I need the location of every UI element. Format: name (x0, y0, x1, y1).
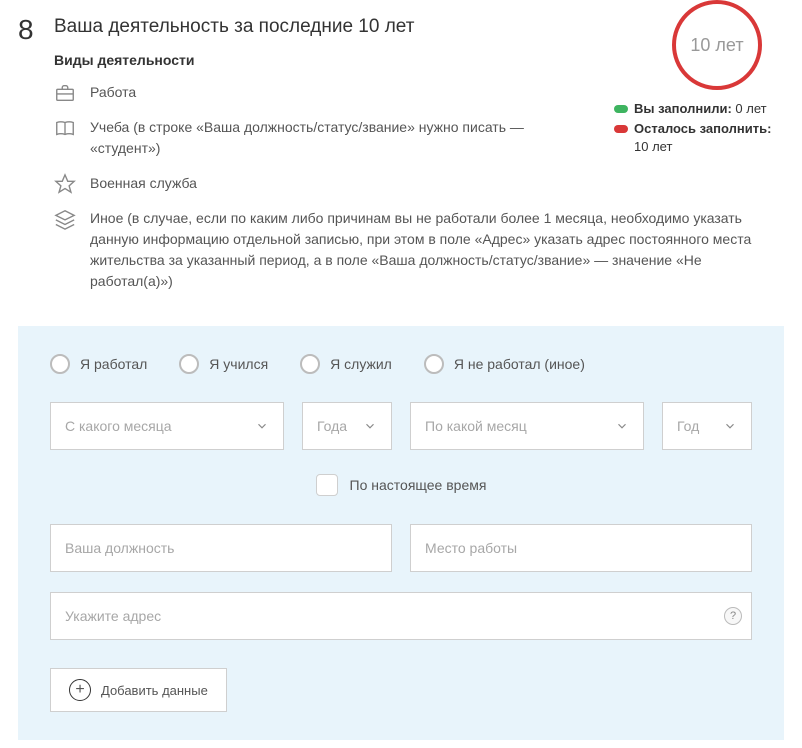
from-month-label: С какого месяца (65, 418, 172, 434)
step-number: 8 (18, 16, 38, 44)
radio-notworked-label: Я не работал (иное) (454, 356, 585, 372)
form-panel: Я работал Я учился Я служил Я не работал… (18, 326, 784, 740)
to-month-label: По какой месяц (425, 418, 527, 434)
workplace-input[interactable] (410, 524, 752, 572)
book-icon (54, 117, 76, 137)
activity-military: Военная служба (90, 173, 397, 194)
briefcase-icon (54, 82, 76, 102)
activity-work: Работа (90, 82, 336, 103)
from-year-label: Года (317, 418, 347, 434)
from-month-select[interactable]: С какого месяца (50, 402, 284, 450)
status-box: Вы заполнили: 0 лет Осталось заполнить: … (614, 100, 784, 159)
remaining-label: Осталось заполнить: (634, 121, 771, 136)
position-input[interactable] (50, 524, 392, 572)
radio-studied[interactable]: Я учился (179, 354, 268, 374)
from-year-select[interactable]: Года (302, 402, 392, 450)
radio-icon (179, 354, 199, 374)
chevron-down-icon (723, 419, 737, 433)
radio-studied-label: Я учился (209, 356, 268, 372)
add-button-label: Добавить данные (101, 683, 208, 698)
radio-icon (424, 354, 444, 374)
help-icon[interactable]: ? (724, 607, 742, 625)
activity-other: Иное (в случае, если по каким либо причи… (90, 208, 784, 292)
address-input[interactable] (50, 592, 752, 640)
pill-red-icon (614, 125, 628, 133)
radio-worked[interactable]: Я работал (50, 354, 147, 374)
radio-icon (300, 354, 320, 374)
radio-served-label: Я служил (330, 356, 392, 372)
chevron-down-icon (255, 419, 269, 433)
remaining-value: 10 лет (634, 139, 672, 154)
to-year-select[interactable]: Год (662, 402, 752, 450)
chevron-down-icon (363, 419, 377, 433)
pill-green-icon (614, 105, 628, 113)
to-year-label: Год (677, 418, 699, 434)
chevron-down-icon (615, 419, 629, 433)
radio-icon (50, 354, 70, 374)
filled-value: 0 лет (735, 101, 766, 116)
years-circle-badge: 10 лет (672, 0, 762, 90)
star-icon (54, 173, 76, 193)
present-checkbox-label: По настоящее время (350, 477, 487, 493)
plus-circle-icon: + (69, 679, 91, 701)
radio-notworked[interactable]: Я не работал (иное) (424, 354, 585, 374)
radio-served[interactable]: Я служил (300, 354, 392, 374)
layers-icon (54, 208, 76, 228)
filled-label: Вы заполнили: (634, 101, 732, 116)
to-month-select[interactable]: По какой месяц (410, 402, 644, 450)
radio-worked-label: Я работал (80, 356, 147, 372)
add-data-button[interactable]: + Добавить данные (50, 668, 227, 712)
years-circle-text: 10 лет (690, 35, 743, 56)
present-checkbox[interactable] (316, 474, 338, 496)
